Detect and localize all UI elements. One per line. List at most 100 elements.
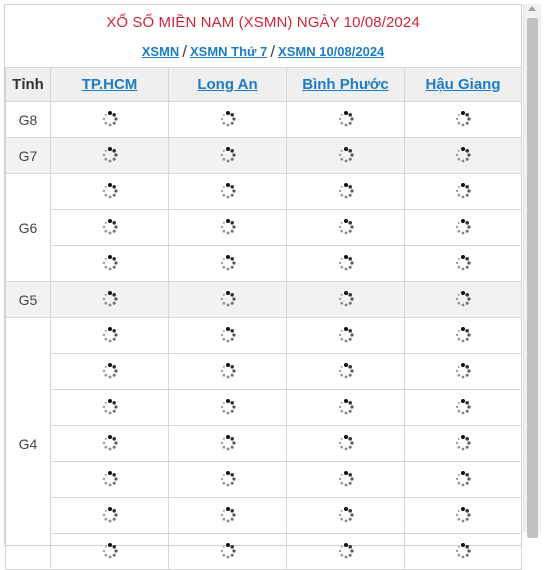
breadcrumb-link-xsmn-date[interactable]: XSMN 10/08/2024 <box>278 44 384 59</box>
result-cell <box>50 209 169 246</box>
result-cell <box>404 101 522 138</box>
prize-label: G4 <box>5 317 51 570</box>
province-header-hau-giang: Hậu Giang <box>404 67 522 102</box>
breadcrumb-link-xsmn[interactable]: XSMN <box>142 44 180 59</box>
result-cell <box>286 425 405 462</box>
province-link-tphcm[interactable]: TP.HCM <box>82 76 138 93</box>
loading-spinner-icon <box>220 363 236 379</box>
table-header-row: Tỉnh TP.HCM Long An Bình Phước Hậu Giang <box>5 67 522 102</box>
result-cell <box>286 497 405 534</box>
result-cell <box>168 245 287 282</box>
loading-spinner-icon <box>102 291 118 307</box>
result-cell <box>168 389 287 426</box>
loading-spinner-icon <box>338 435 354 451</box>
breadcrumb: XSMN / XSMN Thứ 7/XSMN 10/08/2024 <box>5 41 521 61</box>
result-cell <box>286 353 405 390</box>
loading-spinner-icon <box>102 507 118 523</box>
loading-spinner-icon <box>455 471 471 487</box>
result-cell <box>50 389 169 426</box>
result-cell <box>286 137 405 174</box>
loading-spinner-icon <box>455 399 471 415</box>
loading-spinner-icon <box>338 291 354 307</box>
loading-spinner-icon <box>102 543 118 559</box>
prize-row <box>6 425 522 462</box>
loading-spinner-icon <box>102 471 118 487</box>
results-table: Tỉnh TP.HCM Long An Bình Phước Hậu Giang… <box>5 67 522 570</box>
loading-spinner-icon <box>338 183 354 199</box>
result-cell <box>404 209 522 246</box>
loading-spinner-icon <box>455 327 471 343</box>
prize-row <box>6 389 522 426</box>
province-link-hau-giang[interactable]: Hậu Giang <box>425 76 500 93</box>
loading-spinner-icon <box>220 183 236 199</box>
result-cell <box>50 137 169 174</box>
loading-spinner-icon <box>455 219 471 235</box>
loading-spinner-icon <box>338 219 354 235</box>
loading-spinner-icon <box>102 435 118 451</box>
result-cell <box>286 533 405 570</box>
province-header-tphcm: TP.HCM <box>50 67 169 102</box>
loading-spinner-icon <box>102 147 118 163</box>
loading-spinner-icon <box>455 507 471 523</box>
breadcrumb-separator: / <box>270 42 276 61</box>
result-cell <box>404 173 522 210</box>
prize-row <box>6 533 522 570</box>
result-cell <box>50 533 169 570</box>
result-cell <box>404 497 522 534</box>
prize-label: G6 <box>5 173 51 282</box>
province-header-binh-phuoc: Bình Phước <box>286 67 405 102</box>
result-cell <box>168 497 287 534</box>
prize-row <box>6 353 522 390</box>
loading-spinner-icon <box>455 291 471 307</box>
result-cell <box>50 101 169 138</box>
province-link-binh-phuoc[interactable]: Bình Phước <box>302 76 389 93</box>
province-column-header: Tỉnh <box>5 67 51 102</box>
loading-spinner-icon <box>220 327 236 343</box>
prize-label: G7 <box>5 137 51 174</box>
result-cell <box>50 353 169 390</box>
breadcrumb-link-xsmn-thu-7[interactable]: XSMN Thứ 7 <box>190 44 267 59</box>
result-cell <box>168 425 287 462</box>
vertical-scrollbar[interactable] <box>523 4 541 538</box>
results-body: G8 G7 G6 G5 G4 <box>5 101 522 570</box>
result-cell <box>404 461 522 498</box>
result-cell <box>168 173 287 210</box>
result-cell <box>168 281 287 318</box>
province-link-long-an[interactable]: Long An <box>197 76 257 93</box>
loading-spinner-icon <box>102 219 118 235</box>
prize-label: G5 <box>5 281 51 318</box>
loading-spinner-icon <box>455 255 471 271</box>
loading-spinner-icon <box>102 183 118 199</box>
loading-spinner-icon <box>338 471 354 487</box>
prize-row: G5 <box>5 281 522 318</box>
loading-spinner-icon <box>338 111 354 127</box>
scrollbar-thumb[interactable] <box>527 18 538 538</box>
result-cell <box>286 173 405 210</box>
prize-row: G7 <box>5 137 522 174</box>
prize-row <box>6 497 522 534</box>
loading-spinner-icon <box>338 147 354 163</box>
result-cell <box>286 317 405 354</box>
loading-spinner-icon <box>220 471 236 487</box>
prize-row: G6 <box>5 173 522 282</box>
loading-spinner-icon <box>455 111 471 127</box>
loading-spinner-icon <box>455 543 471 559</box>
loading-spinner-icon <box>455 435 471 451</box>
loading-spinner-icon <box>220 219 236 235</box>
result-cell <box>50 461 169 498</box>
result-cell <box>50 317 169 354</box>
result-cell <box>168 101 287 138</box>
result-cell <box>168 533 287 570</box>
loading-spinner-icon <box>338 255 354 271</box>
result-cell <box>168 353 287 390</box>
result-cell <box>168 137 287 174</box>
prize-row: G4 <box>5 317 522 570</box>
result-cell <box>50 281 169 318</box>
result-cell <box>50 245 169 282</box>
loading-spinner-icon <box>220 543 236 559</box>
result-cell <box>168 461 287 498</box>
loading-spinner-icon <box>338 327 354 343</box>
prize-row: G8 <box>5 101 522 138</box>
scroll-up-arrow-icon[interactable] <box>528 6 536 11</box>
loading-spinner-icon <box>220 255 236 271</box>
